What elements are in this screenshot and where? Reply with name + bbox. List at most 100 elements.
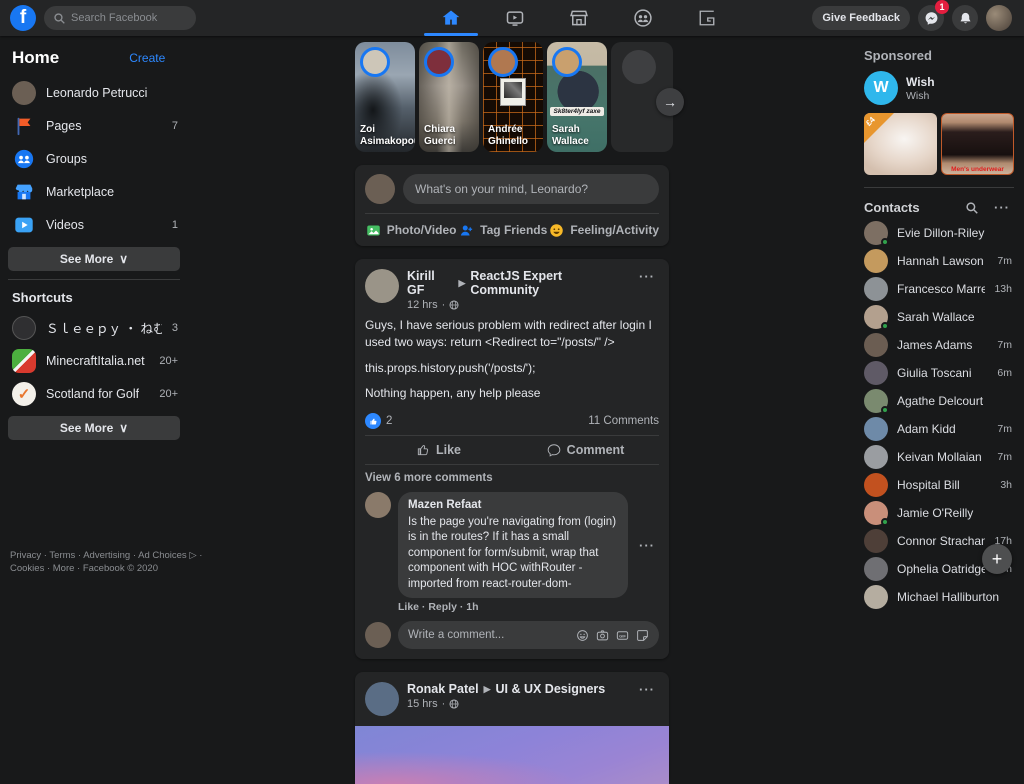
contact-row[interactable]: James Adams 7m [862,331,1016,359]
facebook-logo[interactable]: f [10,5,36,31]
ad-title[interactable]: Wish [906,75,935,89]
comment-button[interactable]: Comment [512,436,659,464]
shortcuts-heading: Shortcuts [8,288,204,311]
like-button[interactable]: Like [365,436,512,464]
ad-product-image[interactable]: £4 [864,113,937,175]
status-input[interactable]: What's on your mind, Leonardo? [403,174,659,204]
shortcut-badge: 20+ [159,388,200,400]
post-options-button[interactable]: ··· [635,269,659,284]
see-more-button[interactable]: See More ∨ [8,247,180,271]
contact-row[interactable]: Sarah Wallace [862,303,1016,331]
sidebar-item-pages[interactable]: Pages 7 [8,109,204,142]
contact-row[interactable]: Hospital Bill 3h [862,471,1016,499]
online-dot [881,238,889,246]
gif-icon[interactable]: GIF [616,629,629,642]
tag-friends-button[interactable]: Tag Friends [457,214,549,246]
contact-row[interactable]: Adam Kidd 7m [862,415,1016,443]
contact-row[interactable]: Giulia Toscani 6m [862,359,1016,387]
story-card[interactable]: Zoi Asimakopoulou [355,42,415,152]
svg-text:GIF: GIF [619,633,626,638]
contact-row[interactable]: Hannah Lawson McLean 7m [862,247,1016,275]
online-dot [881,518,889,526]
create-link[interactable]: Create [129,51,165,65]
emoji-icon[interactable] [576,629,589,642]
comment-author[interactable]: Mazen Refaat [408,498,618,514]
tab-groups[interactable] [611,0,675,36]
sticker-icon[interactable] [636,629,649,642]
tag-friend-icon [459,223,474,238]
new-message-button[interactable]: + [982,544,1012,574]
post-composer: What's on your mind, Leonardo? Photo/Vid… [355,165,669,246]
search-input[interactable]: Search Facebook [44,6,196,30]
contact-row[interactable]: Evie Dillon-Riley [862,219,1016,247]
give-feedback-button[interactable]: Give Feedback [812,6,910,30]
see-more-shortcuts-button[interactable]: See More ∨ [8,416,180,440]
sidebar-item-videos[interactable]: Videos 1 [8,208,204,241]
messenger-button[interactable]: 1 [918,5,944,31]
post-author[interactable]: Kirill GF [407,269,453,297]
profile-avatar[interactable] [986,5,1012,31]
tab-watch[interactable] [483,0,547,36]
contact-last-active: 7m [997,339,1014,351]
feeling-activity-button[interactable]: Feeling/Activity [549,214,659,246]
shortcut-item-scotland-golf[interactable]: ✓ Scotland for Golf 20+ [8,377,204,410]
write-comment-input[interactable]: Write a comment... GIF [398,621,659,649]
comment-actions[interactable]: Like · Reply · 1h [355,598,669,617]
story-card[interactable]: Sk8ter4lyf zaxe Sarah Wallace [547,42,607,152]
notifications-button[interactable] [952,5,978,31]
divider [864,187,1014,188]
sidebar-item-marketplace[interactable]: Marketplace [8,175,204,208]
post-options-button[interactable]: ··· [635,682,659,697]
post: Ronak Patel ▶ UI & UX Designers 15 hrs ·… [355,672,669,784]
footer-links[interactable]: Privacy · Terms · Advertising · Ad Choic… [10,550,202,576]
shortcut-item-minecraftitalia[interactable]: MinecraftItalia.net 20+ [8,344,204,377]
post-author-avatar[interactable] [365,269,399,303]
action-label: Feeling/Activity [570,223,659,237]
post-image[interactable] [355,726,669,784]
camera-icon[interactable] [596,629,609,642]
post-group[interactable]: ReactJS Expert Community [470,269,627,297]
sponsored-ad[interactable]: W Wish Wish [862,71,1016,113]
contact-last-active: 13h [994,283,1014,295]
tab-home[interactable] [419,0,483,36]
comments-count[interactable]: 11 Comments [588,415,659,427]
tab-gaming[interactable] [675,0,739,36]
like-count-icon[interactable] [365,413,381,429]
comment-author-avatar[interactable] [365,492,391,518]
avatar[interactable] [365,174,395,204]
sidebar-item-groups[interactable]: Groups [8,142,204,175]
post-group[interactable]: UI & UX Designers [495,682,605,696]
contact-row[interactable]: Jamie O'Reilly [862,499,1016,527]
contact-row[interactable]: Agathe Delcourt [862,387,1016,415]
arrow-right-icon: ▶ [484,684,491,695]
footer-line-2: Cookies · More · Facebook © 2020 [10,563,202,576]
contacts-options-button[interactable]: ··· [990,200,1014,215]
contact-name: Adam Kidd [897,422,988,436]
sidebar-item-label: Leonardo Petrucci [46,86,147,100]
contact-name: Sarah Wallace [897,310,1003,324]
post-author-avatar[interactable] [365,682,399,716]
post-author[interactable]: Ronak Patel [407,682,479,696]
post-time[interactable]: 15 hrs [407,698,438,710]
comment-options-button[interactable]: ··· [635,538,659,553]
contact-row[interactable]: Francesco Marretta 13h [862,275,1016,303]
view-more-comments-link[interactable]: View 6 more comments [355,465,669,488]
sidebar-item-profile[interactable]: Leonardo Petrucci [8,76,204,109]
stories-next-button[interactable]: → [656,88,684,116]
contact-row[interactable]: Keivan Mollaian 7m [862,443,1016,471]
search-contacts-icon[interactable] [966,202,978,214]
post-time[interactable]: 12 hrs [407,299,438,311]
contact-row[interactable]: Michael Halliburton [862,583,1016,611]
shortcut-item-sleepy[interactable]: Ｓｌｅｅｐｙ ・ ねむい 3 [8,311,204,344]
story-card[interactable]: Andrée Ghinello [483,42,543,152]
search-placeholder: Search Facebook [71,12,157,24]
story-card[interactable]: Chiara Guerci [419,42,479,152]
ad-product-image[interactable]: Men's underwear [941,113,1014,175]
photo-video-button[interactable]: Photo/Video [365,214,457,246]
watch-icon [505,8,525,28]
right-sidebar: Sponsored W Wish Wish £4 Men's underwear… [858,36,1024,582]
avatar [864,389,888,413]
tab-marketplace[interactable] [547,0,611,36]
like-count[interactable]: 2 [386,415,392,427]
chevron-down-icon: ∨ [119,421,128,435]
